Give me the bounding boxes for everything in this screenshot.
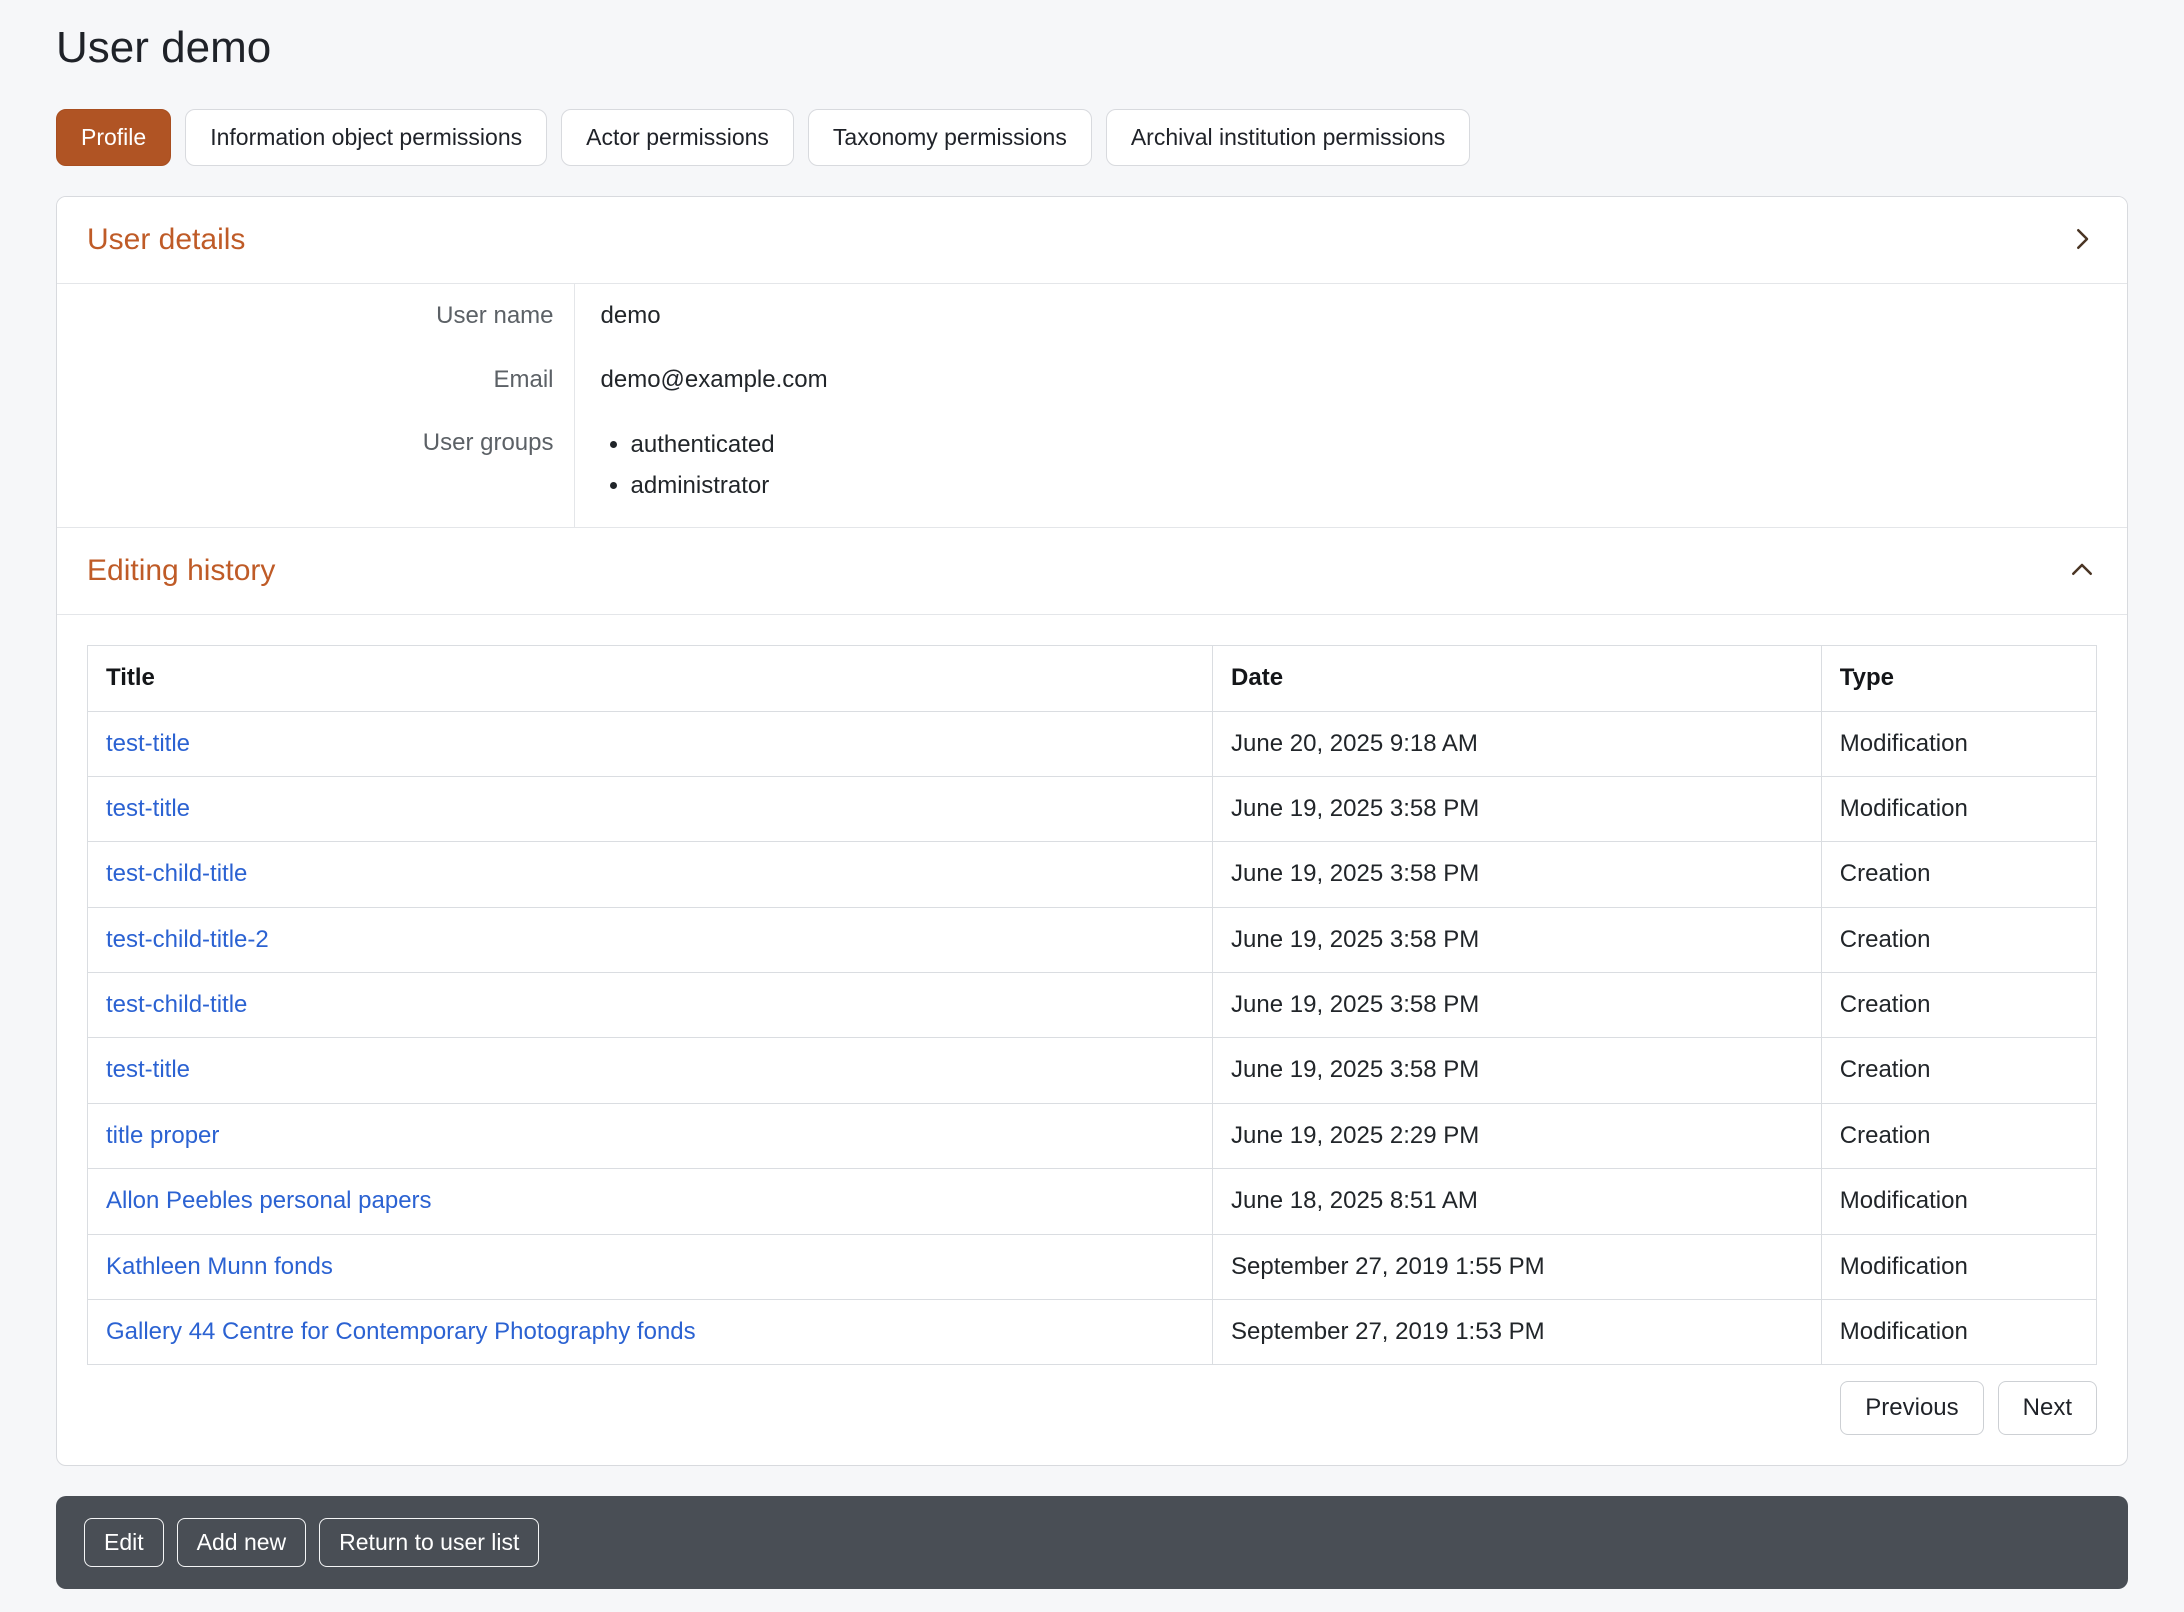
history-type-cell: Creation bbox=[1821, 973, 2096, 1038]
email-label: Email bbox=[57, 348, 574, 411]
table-row: test-child-title-2 June 19, 2025 3:58 PM… bbox=[88, 907, 2097, 972]
history-type-cell: Creation bbox=[1821, 1038, 2096, 1103]
user-name-label: User name bbox=[57, 284, 574, 347]
history-date-cell: June 19, 2025 3:58 PM bbox=[1213, 907, 1822, 972]
user-group-item: authenticated bbox=[631, 429, 2102, 460]
next-button[interactable]: Next bbox=[1998, 1381, 2097, 1435]
history-title-cell: test-child-title-2 bbox=[88, 907, 1213, 972]
pagination: Previous Next bbox=[87, 1381, 2097, 1435]
history-date-cell: September 27, 2019 1:53 PM bbox=[1213, 1300, 1822, 1365]
action-bar: Edit Add new Return to user list bbox=[56, 1496, 2128, 1589]
edit-button[interactable]: Edit bbox=[84, 1518, 164, 1567]
editing-history-section: Editing history Title Date Type test-tit… bbox=[57, 527, 2127, 1465]
table-row: Allon Peebles personal papers June 18, 2… bbox=[88, 1169, 2097, 1234]
email-value: demo@example.com bbox=[574, 348, 2127, 411]
user-group-item: administrator bbox=[631, 470, 2102, 501]
return-to-user-list-button[interactable]: Return to user list bbox=[319, 1518, 539, 1567]
history-date-cell: September 27, 2019 1:55 PM bbox=[1213, 1234, 1822, 1299]
tab-actor-permissions[interactable]: Actor permissions bbox=[561, 109, 794, 167]
history-type-cell: Modification bbox=[1821, 711, 2096, 776]
tab-profile[interactable]: Profile bbox=[56, 109, 171, 167]
user-groups-list: authenticated administrator bbox=[601, 429, 2102, 501]
history-date-cell: June 18, 2025 8:51 AM bbox=[1213, 1169, 1822, 1234]
history-table-body: test-title June 20, 2025 9:18 AM Modific… bbox=[88, 711, 2097, 1365]
table-row: test-title June 19, 2025 3:58 PM Creatio… bbox=[88, 1038, 2097, 1103]
history-title-link[interactable]: test-child-title bbox=[106, 991, 247, 1018]
history-type-cell: Creation bbox=[1821, 1103, 2096, 1168]
editing-history-header-row: Title Date Type bbox=[88, 646, 2097, 711]
table-row: test-title June 19, 2025 3:58 PM Modific… bbox=[88, 776, 2097, 841]
history-type-cell: Modification bbox=[1821, 1300, 2096, 1365]
history-date-cell: June 19, 2025 3:58 PM bbox=[1213, 973, 1822, 1038]
history-title-cell: Allon Peebles personal papers bbox=[88, 1169, 1213, 1234]
history-date-cell: June 19, 2025 3:58 PM bbox=[1213, 1038, 1822, 1103]
user-details-table: User name demo Email demo@example.com Us… bbox=[57, 284, 2127, 527]
history-type-cell: Modification bbox=[1821, 1234, 2096, 1299]
history-title-cell: Kathleen Munn fonds bbox=[88, 1234, 1213, 1299]
table-row: Gallery 44 Centre for Contemporary Photo… bbox=[88, 1300, 2097, 1365]
history-title-link[interactable]: Allon Peebles personal papers bbox=[106, 1187, 432, 1214]
table-row: test-child-title June 19, 2025 3:58 PM C… bbox=[88, 842, 2097, 907]
history-title-cell: Gallery 44 Centre for Contemporary Photo… bbox=[88, 1300, 1213, 1365]
tab-taxonomy-permissions[interactable]: Taxonomy permissions bbox=[808, 109, 1092, 167]
history-title-cell: test-title bbox=[88, 1038, 1213, 1103]
history-date-cell: June 19, 2025 2:29 PM bbox=[1213, 1103, 1822, 1168]
history-title-cell: test-title bbox=[88, 711, 1213, 776]
history-title-link[interactable]: test-child-title-2 bbox=[106, 926, 269, 953]
history-title-link[interactable]: test-child-title bbox=[106, 860, 247, 887]
email-row: Email demo@example.com bbox=[57, 348, 2127, 411]
user-details-section-toggle[interactable]: User details bbox=[57, 197, 2127, 284]
tab-archival-institution-permissions[interactable]: Archival institution permissions bbox=[1106, 109, 1470, 167]
history-title-cell: title proper bbox=[88, 1103, 1213, 1168]
editing-history-heading: Editing history bbox=[87, 553, 275, 589]
history-type-cell: Creation bbox=[1821, 842, 2096, 907]
add-new-button[interactable]: Add new bbox=[177, 1518, 307, 1567]
history-type-cell: Modification bbox=[1821, 776, 2096, 841]
editing-history-section-toggle[interactable]: Editing history bbox=[57, 528, 2127, 615]
history-date-cell: June 19, 2025 3:58 PM bbox=[1213, 842, 1822, 907]
history-title-cell: test-child-title bbox=[88, 842, 1213, 907]
profile-accordion: User details User name demo Email demo@e… bbox=[56, 196, 2128, 1466]
column-header-type: Type bbox=[1821, 646, 2096, 711]
history-type-cell: Modification bbox=[1821, 1169, 2096, 1234]
user-details-heading: User details bbox=[87, 222, 245, 258]
user-name-row: User name demo bbox=[57, 284, 2127, 347]
table-row: test-child-title June 19, 2025 3:58 PM C… bbox=[88, 973, 2097, 1038]
permissions-tab-bar: Profile Information object permissions A… bbox=[56, 109, 2128, 167]
editing-history-table: Title Date Type test-title June 20, 2025… bbox=[87, 645, 2097, 1365]
chevron-right-icon bbox=[2067, 224, 2097, 257]
history-title-link[interactable]: title proper bbox=[106, 1122, 219, 1149]
history-date-cell: June 19, 2025 3:58 PM bbox=[1213, 776, 1822, 841]
tab-information-object-permissions[interactable]: Information object permissions bbox=[185, 109, 547, 167]
user-groups-label: User groups bbox=[57, 411, 574, 527]
history-date-cell: June 20, 2025 9:18 AM bbox=[1213, 711, 1822, 776]
history-title-link[interactable]: Kathleen Munn fonds bbox=[106, 1253, 333, 1280]
history-type-cell: Creation bbox=[1821, 907, 2096, 972]
editing-history-body: Title Date Type test-title June 20, 2025… bbox=[57, 615, 2127, 1465]
history-title-link[interactable]: Gallery 44 Centre for Contemporary Photo… bbox=[106, 1318, 696, 1345]
table-row: title proper June 19, 2025 2:29 PM Creat… bbox=[88, 1103, 2097, 1168]
chevron-up-icon bbox=[2067, 555, 2097, 588]
page-title: User demo bbox=[56, 22, 2128, 75]
table-row: Kathleen Munn fonds September 27, 2019 1… bbox=[88, 1234, 2097, 1299]
previous-button[interactable]: Previous bbox=[1840, 1381, 1983, 1435]
column-header-date: Date bbox=[1213, 646, 1822, 711]
history-title-link[interactable]: test-title bbox=[106, 795, 190, 822]
history-title-link[interactable]: test-title bbox=[106, 730, 190, 757]
table-row: test-title June 20, 2025 9:18 AM Modific… bbox=[88, 711, 2097, 776]
column-header-title: Title bbox=[88, 646, 1213, 711]
user-groups-value: authenticated administrator bbox=[574, 411, 2127, 527]
history-title-cell: test-child-title bbox=[88, 973, 1213, 1038]
history-title-cell: test-title bbox=[88, 776, 1213, 841]
user-groups-row: User groups authenticated administrator bbox=[57, 411, 2127, 527]
user-details-section: User details User name demo Email demo@e… bbox=[57, 197, 2127, 527]
history-title-link[interactable]: test-title bbox=[106, 1056, 190, 1083]
user-name-value: demo bbox=[574, 284, 2127, 347]
